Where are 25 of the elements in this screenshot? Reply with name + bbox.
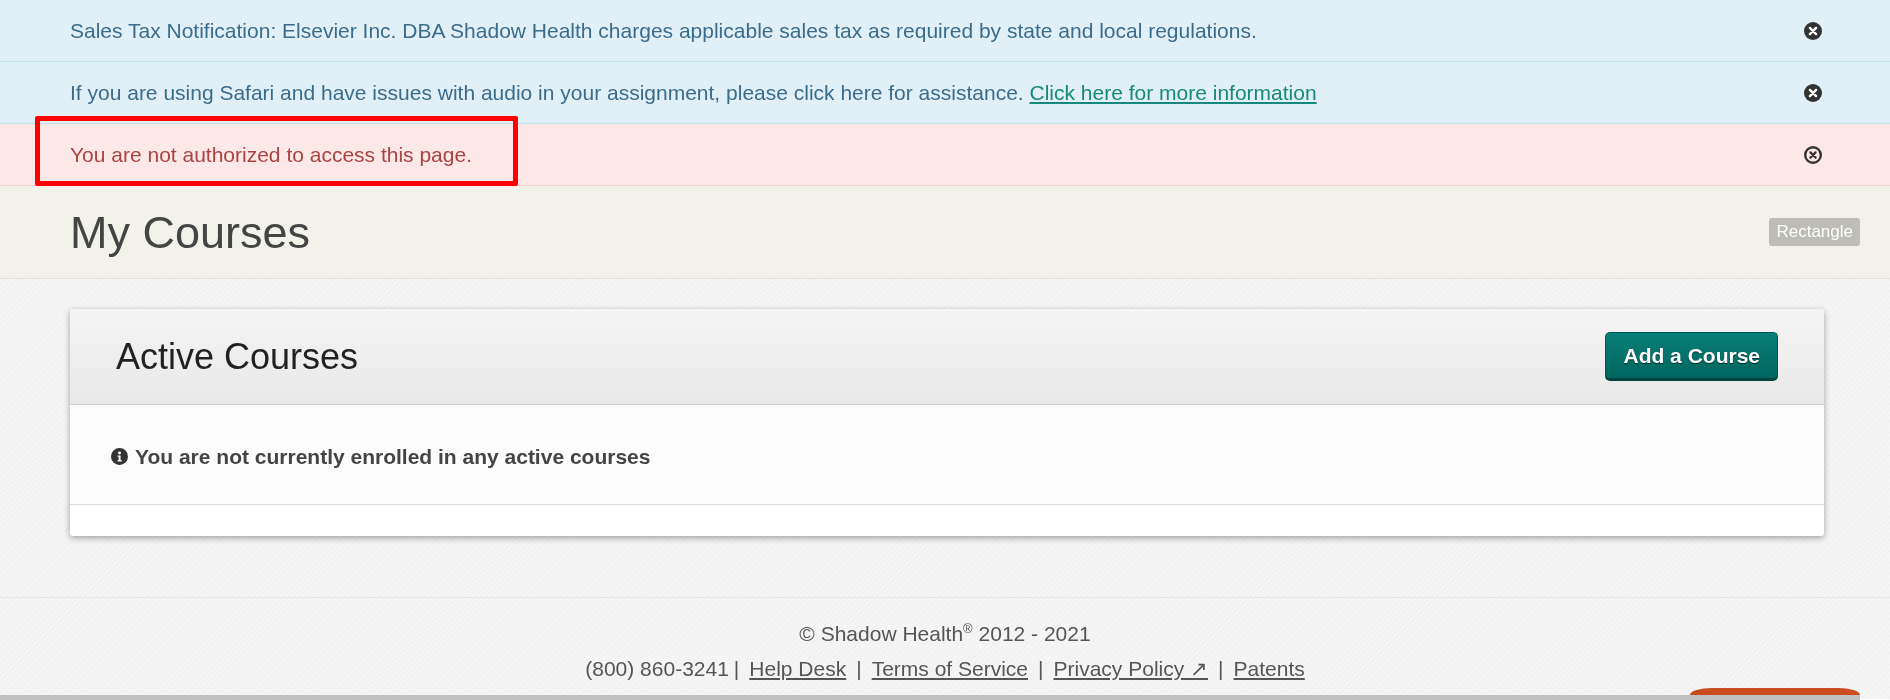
scrollbar-thumb[interactable] (0, 695, 1860, 700)
empty-courses-message: You are not currently enrolled in any active courses (135, 444, 651, 469)
close-icon[interactable] (1804, 83, 1822, 102)
add-course-button[interactable]: Add a Course (1605, 332, 1778, 381)
header-tag: Rectangle (1769, 218, 1860, 246)
floating-button[interactable] (1690, 688, 1860, 695)
close-icon[interactable] (1804, 145, 1822, 164)
footer-link[interactable]: Terms of Service (871, 657, 1029, 680)
info-icon (111, 448, 128, 465)
footer-separator: | (856, 657, 862, 680)
close-icon[interactable] (1804, 21, 1822, 40)
footer-link[interactable]: Patents (1233, 657, 1305, 680)
footer-separator: | (1218, 657, 1224, 680)
copyright-text: © Shadow Health$^{®}$ 2012 - 2021 (799, 622, 1091, 645)
footer-link[interactable]: Help Desk (749, 657, 847, 680)
phone-number: (800) 860-3241 (585, 657, 729, 680)
footer-separator: | (733, 657, 740, 680)
footer-separator: | (1038, 657, 1044, 680)
card-title: Active Courses (116, 335, 359, 378)
alert-text: Sales Tax Notification: Elsevier Inc. DBA Shadow Health charges applicable sales tax as required by state and local regulations. (70, 18, 1257, 43)
page-title: My Courses (70, 209, 311, 255)
alert-text: You are not authorized to access this page. (70, 142, 472, 167)
alert-text: If you are using Safari and have issues with audio in your assignment, please click here for assistance. Click here for more information (70, 80, 1317, 105)
info-link[interactable]: Click here for more information (1029, 81, 1317, 104)
footer-link[interactable]: Privacy Policy ↗ (1053, 657, 1209, 680)
